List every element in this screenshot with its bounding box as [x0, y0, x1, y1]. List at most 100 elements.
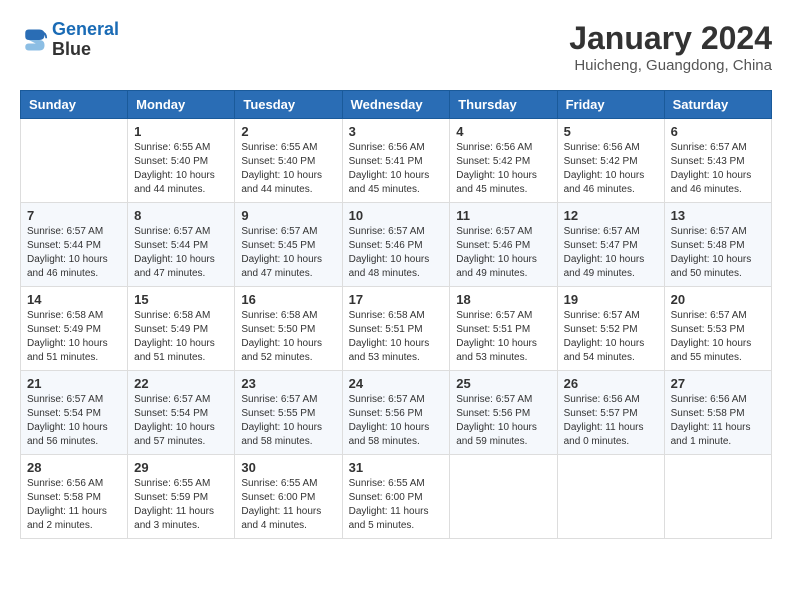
day-header-thursday: Thursday	[450, 91, 557, 119]
day-info: Sunrise: 6:57 AM Sunset: 5:46 PM Dayligh…	[349, 225, 444, 281]
calendar-cell: 17 Sunrise: 6:58 AM Sunset: 5:51 PM Dayli…	[342, 287, 450, 371]
day-info: Sunrise: 6:57 AM Sunset: 5:44 PM Dayligh…	[134, 225, 228, 281]
logo: General Blue	[20, 20, 119, 60]
calendar-week-1: 1 Sunrise: 6:55 AM Sunset: 5:40 PM Daylig…	[21, 119, 772, 203]
calendar-cell: 22Sunrise: 6:57 AM Sunset: 5:54 PM Dayli…	[128, 371, 235, 455]
day-info: Sunrise: 6:57 AM Sunset: 5:56 PM Dayligh…	[456, 393, 550, 449]
calendar-cell: 30 Sunrise: 6:55 AM Sunset: 6:00 PM Dayli…	[235, 455, 342, 539]
day-number: 26	[564, 376, 658, 391]
day-number: 10	[349, 208, 444, 223]
day-info: Sunrise: 6:55 AM Sunset: 5:59 PM Dayligh…	[134, 477, 228, 533]
day-info: Sunrise: 6:56 AM Sunset: 5:41 PM Dayligh…	[349, 141, 444, 197]
day-number: 13	[671, 208, 765, 223]
calendar-cell: 1 Sunrise: 6:55 AM Sunset: 5:40 PM Daylig…	[128, 119, 235, 203]
calendar-cell	[557, 455, 664, 539]
calendar-cell: 21 Sunrise: 6:57 AM Sunset: 5:54 PM Dayli…	[21, 371, 128, 455]
day-info: Sunrise: 6:55 AM Sunset: 5:40 PM Dayligh…	[134, 141, 228, 197]
calendar-cell: 7 Sunrise: 6:57 AM Sunset: 5:44 PM Daylig…	[21, 203, 128, 287]
calendar-cell: 4 Sunrise: 6:56 AM Sunset: 5:42 PM Daylig…	[450, 119, 557, 203]
calendar-cell: 6Sunrise: 6:57 AM Sunset: 5:43 PM Daylig…	[664, 119, 771, 203]
day-info: Sunrise: 6:56 AM Sunset: 5:42 PM Dayligh…	[456, 141, 550, 197]
day-number: 21	[27, 376, 121, 391]
page-header: General Blue January 2024 Huicheng, Guan…	[20, 20, 772, 74]
day-info: Sunrise: 6:56 AM Sunset: 5:58 PM Dayligh…	[671, 393, 765, 449]
day-info: Sunrise: 6:57 AM Sunset: 5:43 PM Dayligh…	[671, 141, 765, 197]
calendar-cell: 3 Sunrise: 6:56 AM Sunset: 5:41 PM Daylig…	[342, 119, 450, 203]
calendar-cell: 27 Sunrise: 6:56 AM Sunset: 5:58 PM Dayli…	[664, 371, 771, 455]
calendar-cell: 11 Sunrise: 6:57 AM Sunset: 5:46 PM Dayli…	[450, 203, 557, 287]
calendar-cell: 16 Sunrise: 6:58 AM Sunset: 5:50 PM Dayli…	[235, 287, 342, 371]
calendar-cell: 19 Sunrise: 6:57 AM Sunset: 5:52 PM Dayli…	[557, 287, 664, 371]
calendar-cell: 10 Sunrise: 6:57 AM Sunset: 5:46 PM Dayli…	[342, 203, 450, 287]
day-info: Sunrise: 6:58 AM Sunset: 5:50 PM Dayligh…	[241, 309, 335, 365]
calendar-cell: 20Sunrise: 6:57 AM Sunset: 5:53 PM Dayli…	[664, 287, 771, 371]
day-info: Sunrise: 6:56 AM Sunset: 5:57 PM Dayligh…	[564, 393, 658, 449]
day-number: 30	[241, 460, 335, 475]
day-number: 9	[241, 208, 335, 223]
day-info: Sunrise: 6:58 AM Sunset: 5:49 PM Dayligh…	[27, 309, 121, 365]
day-number: 11	[456, 208, 550, 223]
calendar-cell	[21, 119, 128, 203]
day-info: Sunrise: 6:57 AM Sunset: 5:48 PM Dayligh…	[671, 225, 765, 281]
calendar-cell: 2 Sunrise: 6:55 AM Sunset: 5:40 PM Daylig…	[235, 119, 342, 203]
month-year: January 2024	[569, 20, 772, 57]
calendar-cell: 13 Sunrise: 6:57 AM Sunset: 5:48 PM Dayli…	[664, 203, 771, 287]
day-number: 1	[134, 124, 228, 139]
day-header-friday: Friday	[557, 91, 664, 119]
calendar-week-3: 14Sunrise: 6:58 AM Sunset: 5:49 PM Dayli…	[21, 287, 772, 371]
calendar-cell: 26 Sunrise: 6:56 AM Sunset: 5:57 PM Dayli…	[557, 371, 664, 455]
day-info: Sunrise: 6:55 AM Sunset: 6:00 PM Dayligh…	[349, 477, 444, 533]
calendar-cell: 5 Sunrise: 6:56 AM Sunset: 5:42 PM Daylig…	[557, 119, 664, 203]
day-number: 29	[134, 460, 228, 475]
day-info: Sunrise: 6:57 AM Sunset: 5:47 PM Dayligh…	[564, 225, 658, 281]
day-number: 17	[349, 292, 444, 307]
day-info: Sunrise: 6:57 AM Sunset: 5:52 PM Dayligh…	[564, 309, 658, 365]
day-info: Sunrise: 6:55 AM Sunset: 5:40 PM Dayligh…	[241, 141, 335, 197]
calendar-cell: 23Sunrise: 6:57 AM Sunset: 5:55 PM Dayli…	[235, 371, 342, 455]
day-number: 16	[241, 292, 335, 307]
location: Huicheng, Guangdong, China	[569, 57, 772, 74]
logo-line1: General	[52, 19, 119, 39]
day-number: 23	[241, 376, 335, 391]
calendar-cell: 8Sunrise: 6:57 AM Sunset: 5:44 PM Daylig…	[128, 203, 235, 287]
day-number: 2	[241, 124, 335, 139]
calendar-cell: 9Sunrise: 6:57 AM Sunset: 5:45 PM Daylig…	[235, 203, 342, 287]
logo-text: General Blue	[52, 20, 119, 60]
day-header-monday: Monday	[128, 91, 235, 119]
day-number: 24	[349, 376, 444, 391]
day-number: 5	[564, 124, 658, 139]
calendar-cell: 31 Sunrise: 6:55 AM Sunset: 6:00 PM Dayli…	[342, 455, 450, 539]
day-info: Sunrise: 6:57 AM Sunset: 5:54 PM Dayligh…	[134, 393, 228, 449]
calendar-cell: 24 Sunrise: 6:57 AM Sunset: 5:56 PM Dayli…	[342, 371, 450, 455]
calendar-header-row: SundayMondayTuesdayWednesdayThursdayFrid…	[21, 91, 772, 119]
day-number: 25	[456, 376, 550, 391]
day-info: Sunrise: 6:58 AM Sunset: 5:51 PM Dayligh…	[349, 309, 444, 365]
day-number: 27	[671, 376, 765, 391]
day-header-sunday: Sunday	[21, 91, 128, 119]
calendar-cell: 28Sunrise: 6:56 AM Sunset: 5:58 PM Dayli…	[21, 455, 128, 539]
day-info: Sunrise: 6:57 AM Sunset: 5:56 PM Dayligh…	[349, 393, 444, 449]
day-info: Sunrise: 6:57 AM Sunset: 5:46 PM Dayligh…	[456, 225, 550, 281]
calendar-cell	[664, 455, 771, 539]
day-info: Sunrise: 6:57 AM Sunset: 5:51 PM Dayligh…	[456, 309, 550, 365]
day-info: Sunrise: 6:55 AM Sunset: 6:00 PM Dayligh…	[241, 477, 335, 533]
day-number: 28	[27, 460, 121, 475]
day-info: Sunrise: 6:57 AM Sunset: 5:44 PM Dayligh…	[27, 225, 121, 281]
title-block: January 2024 Huicheng, Guangdong, China	[569, 20, 772, 74]
calendar-week-2: 7 Sunrise: 6:57 AM Sunset: 5:44 PM Daylig…	[21, 203, 772, 287]
calendar-cell: 15Sunrise: 6:58 AM Sunset: 5:49 PM Dayli…	[128, 287, 235, 371]
calendar-cell	[450, 455, 557, 539]
day-info: Sunrise: 6:58 AM Sunset: 5:49 PM Dayligh…	[134, 309, 228, 365]
day-number: 12	[564, 208, 658, 223]
calendar-cell: 12 Sunrise: 6:57 AM Sunset: 5:47 PM Dayli…	[557, 203, 664, 287]
day-info: Sunrise: 6:57 AM Sunset: 5:54 PM Dayligh…	[27, 393, 121, 449]
day-number: 19	[564, 292, 658, 307]
day-number: 4	[456, 124, 550, 139]
day-number: 7	[27, 208, 121, 223]
day-info: Sunrise: 6:57 AM Sunset: 5:53 PM Dayligh…	[671, 309, 765, 365]
calendar-body: 1 Sunrise: 6:55 AM Sunset: 5:40 PM Daylig…	[21, 119, 772, 539]
logo-line2: Blue	[52, 40, 119, 60]
day-info: Sunrise: 6:56 AM Sunset: 5:42 PM Dayligh…	[564, 141, 658, 197]
day-number: 31	[349, 460, 444, 475]
day-number: 3	[349, 124, 444, 139]
